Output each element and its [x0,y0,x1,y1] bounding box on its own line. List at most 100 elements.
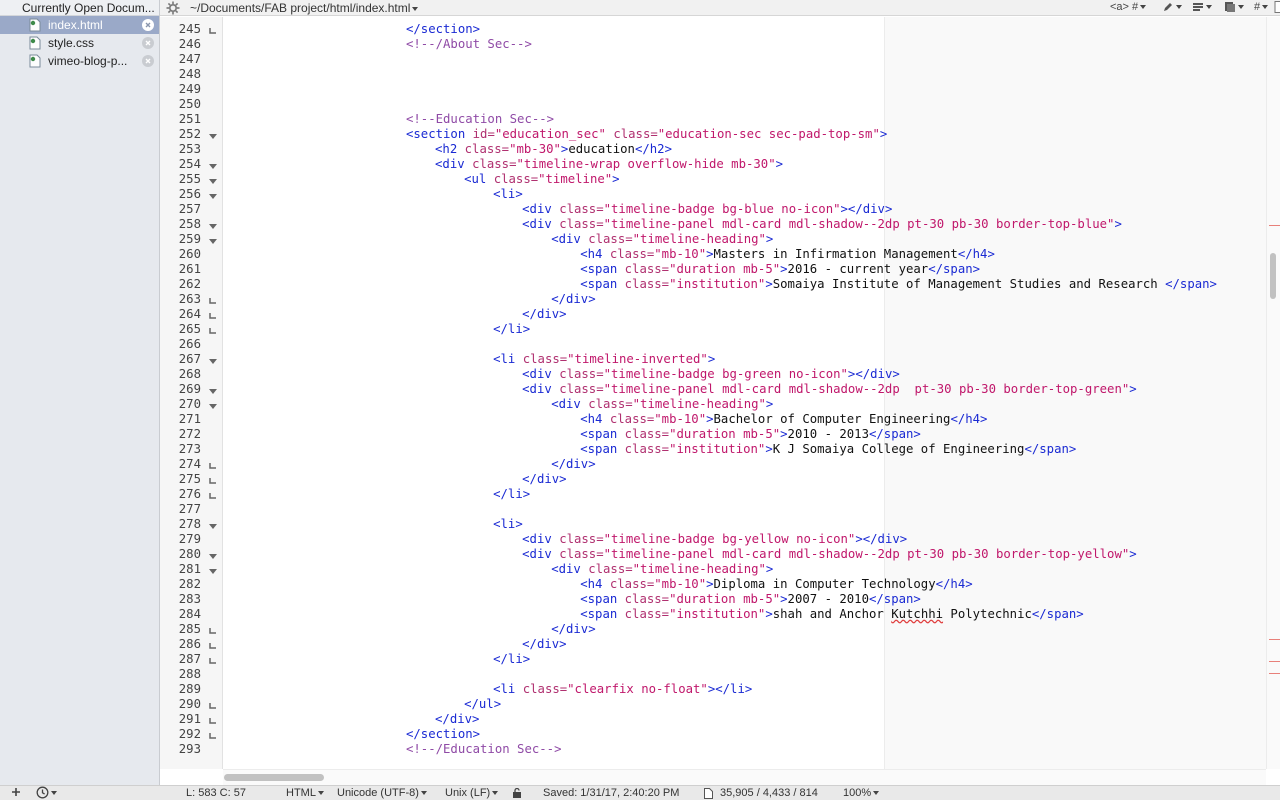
document-info-button[interactable] [1274,1,1280,14]
code-token: class= [588,562,633,576]
document-menu-button[interactable] [1224,1,1244,13]
code-text: </li> [493,322,530,337]
code-token: "education_sec" [494,127,606,141]
text-options-menu-button[interactable] [1192,1,1212,13]
code-token: > [707,352,716,366]
code-text: <div class="timeline-badge bg-green no-i… [522,367,900,382]
close-icon[interactable] [142,19,154,31]
code-token: </li> [493,487,531,501]
code-text: </li> [493,487,530,502]
fold-end-icon[interactable] [208,295,218,305]
code-token: <div [551,397,589,411]
change-marker [1269,225,1280,226]
fold-end-icon[interactable] [208,310,218,320]
code-line: 287 </li> [160,652,1270,667]
code-token: <ul [464,172,494,186]
code-text: </div> [522,637,566,652]
code-token: <h2 [435,142,465,156]
fold-triangle-icon[interactable] [208,175,218,185]
code-line: 279 <div class="timeline-badge bg-yellow … [160,532,1270,547]
code-token: <h4 [580,247,610,261]
code-token: <span [580,427,625,441]
code-token: "timeline-badge bg-green no-icon" [603,367,848,381]
fold-end-icon[interactable] [208,475,218,485]
encoding-menu[interactable]: Unicode (UTF-8) [337,787,427,799]
code-token: </div> [551,622,596,636]
file-path-menu[interactable]: ~/Documents/FAB project/html/index.html [190,1,419,15]
code-line: 286 </div> [160,637,1270,652]
fold-end-icon[interactable] [208,460,218,470]
code-token: > [765,397,774,411]
code-token: "mb-10" [654,412,707,426]
lock-icon[interactable] [512,787,522,800]
fold-triangle-icon[interactable] [208,520,218,530]
fold-end-icon[interactable] [208,640,218,650]
open-document-item[interactable]: style.css [0,34,159,52]
fold-triangle-icon[interactable] [208,220,218,230]
code-token: "timeline" [538,172,613,186]
fold-triangle-icon[interactable] [208,190,218,200]
code-token: ></div> [840,202,893,216]
code-token: class= [624,262,670,276]
fold-end-icon[interactable] [208,715,218,725]
open-document-name: style.css [48,36,95,50]
fold-end-icon[interactable] [208,625,218,635]
vertical-scrollbar[interactable] [1266,17,1280,769]
recent-documents-button[interactable] [36,786,57,799]
fold-end-icon[interactable] [208,730,218,740]
zoom-menu[interactable]: 100% [843,787,880,799]
line-number: 249 [178,82,201,96]
line-number: 276 [178,487,201,501]
code-token: class= [464,142,510,156]
fold-triangle-icon[interactable] [208,400,218,410]
fold-triangle-icon[interactable] [208,235,218,245]
tag-menu-button[interactable]: <a> # [1110,1,1147,13]
code-token: "timeline-inverted" [567,352,708,366]
code-line: 266 [160,337,1270,352]
function-menu-button[interactable]: # [1254,1,1269,13]
close-icon[interactable] [142,55,154,67]
gear-icon[interactable] [166,1,180,15]
code-token: > [1114,217,1122,231]
document-stats[interactable]: 35,905 / 4,433 / 814 [720,787,818,799]
chevron-down-icon [317,791,324,796]
horizontal-scroll-thumb[interactable] [224,774,324,781]
code-text: <span class="duration mb-5">2010 - 2013<… [580,427,921,442]
fold-triangle-icon[interactable] [208,355,218,365]
open-document-item[interactable]: index.html [0,16,159,34]
vertical-scroll-thumb[interactable] [1270,253,1276,299]
fold-triangle-icon[interactable] [208,550,218,560]
fold-end-icon[interactable] [208,700,218,710]
code-token: class= [559,367,604,381]
line-endings-menu[interactable]: Unix (LF) [445,787,499,799]
code-token: "institution" [669,607,766,621]
open-document-item[interactable]: vimeo-blog-p... [0,52,159,70]
fold-end-icon[interactable] [208,490,218,500]
fold-triangle-icon[interactable] [208,160,218,170]
horizontal-scrollbar[interactable] [223,769,1266,785]
fold-triangle-icon[interactable] [208,565,218,575]
saved-timestamp: Saved: 1/31/17, 2:40:20 PM [543,787,680,799]
new-document-button[interactable] [10,786,22,800]
chevron-down-icon [1238,5,1244,10]
line-number: 255 [178,172,201,186]
line-number: 281 [178,562,201,576]
fold-end-icon[interactable] [208,325,218,335]
code-token: </span> [1165,277,1217,291]
close-icon[interactable] [142,37,154,49]
line-number: 258 [178,217,201,231]
line-number: 269 [178,382,201,396]
language-menu[interactable]: HTML [286,787,324,799]
code-text: <!--/About Sec--> [406,37,532,52]
fold-end-icon[interactable] [208,25,218,35]
cursor-position[interactable]: L: 583 C: 57 [186,787,246,799]
code-token: </li> [493,652,531,666]
pen-menu-button[interactable] [1162,1,1182,13]
line-number: 288 [178,667,201,681]
fold-triangle-icon[interactable] [208,130,218,140]
code-token: <!--/About Sec--> [406,37,532,51]
fold-triangle-icon[interactable] [208,385,218,395]
fold-end-icon[interactable] [208,655,218,665]
code-text: <div class="timeline-heading"> [551,232,773,247]
code-editor[interactable]: 245 </section> 246 <!--/About Sec--> 247 248 2… [160,22,1270,757]
